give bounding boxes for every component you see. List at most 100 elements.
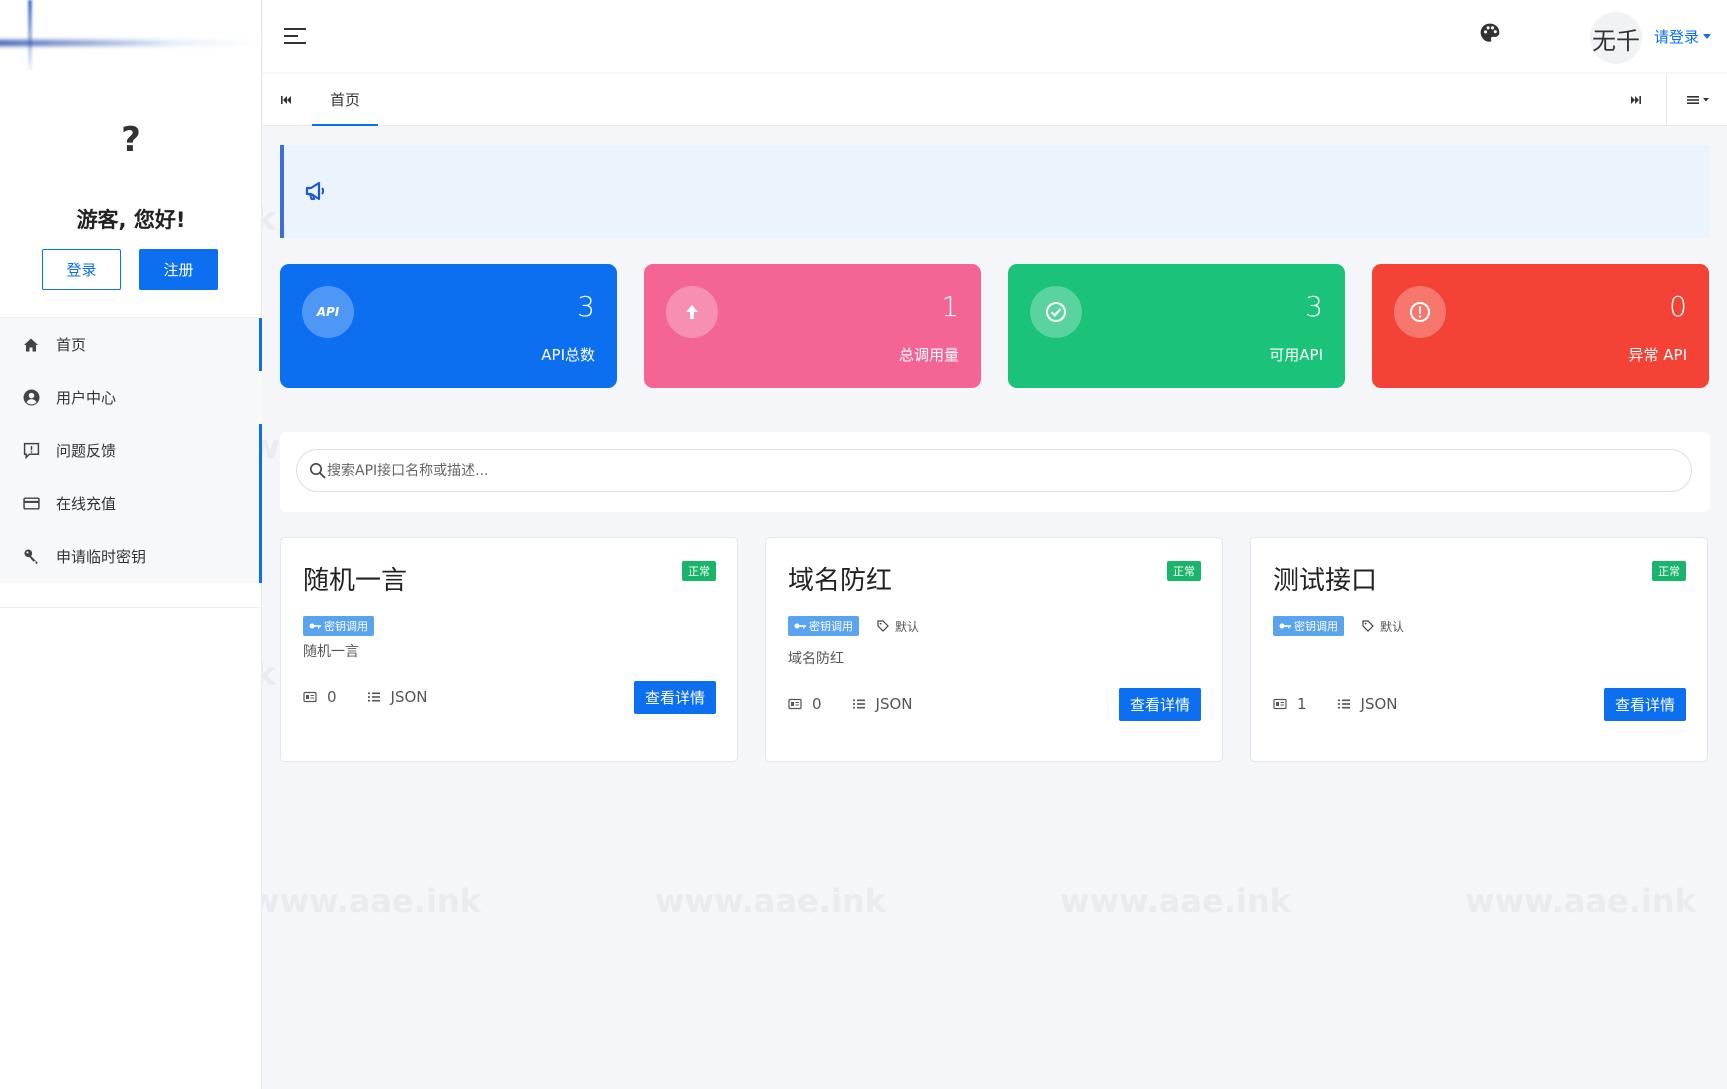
api-meta: 0 JSON [788, 695, 913, 713]
watermark: www.aae.ink [655, 882, 886, 920]
watermark: www.aae.ink [1465, 882, 1696, 920]
top-bar: 无千 请登录 [263, 0, 1727, 72]
api-tags: 密钥调用 默认 [1273, 616, 1404, 636]
sidebar-item-user-center[interactable]: 用户中心 [0, 371, 262, 424]
view-details-button[interactable]: 查看详情 [1604, 688, 1686, 721]
category-label: 默认 [1380, 619, 1405, 634]
stat-card-abnormal-api: 0 异常 API [1372, 264, 1709, 388]
user-login-dropdown[interactable]: 请登录 [1654, 26, 1711, 47]
list-icon [1337, 697, 1351, 711]
search-box [296, 449, 1692, 492]
user-circle-icon [22, 389, 40, 407]
api-card: 测试接口 正常 密钥调用 默认 1 JSON 查看详情 [1250, 537, 1708, 762]
tag-icon [877, 620, 889, 632]
category-tag: 默认 [877, 618, 919, 635]
tab-scroll-left-icon[interactable] [277, 91, 295, 109]
home-icon [22, 336, 40, 354]
sidebar-item-label: 用户中心 [56, 389, 117, 407]
calls-icon [303, 690, 317, 704]
tab-bar: 首页 [263, 74, 1727, 126]
status-badge: 正常 [1652, 561, 1686, 581]
credit-card-icon [22, 495, 40, 513]
api-icon: API [302, 286, 354, 338]
stat-value: 1 [941, 290, 959, 323]
sidebar-item-label: 首页 [56, 336, 87, 354]
guest-avatar: ? [121, 120, 141, 160]
api-calls-count: 0 [812, 695, 822, 713]
avatar[interactable]: 无千 [1590, 12, 1642, 64]
api-meta: 0 JSON [303, 688, 428, 706]
category-label: 默认 [895, 619, 920, 634]
sidebar-item-home[interactable]: 首页 [0, 318, 262, 371]
sidebar-item-temp-key[interactable]: 申请临时密钥 [0, 530, 262, 583]
divider [0, 607, 262, 608]
view-details-button[interactable]: 查看详情 [634, 681, 716, 714]
view-details-button[interactable]: 查看详情 [1119, 688, 1201, 721]
logo [0, 0, 261, 70]
tab-menu-icon[interactable] [1683, 91, 1713, 109]
auth-tag-label: 密钥调用 [809, 620, 853, 633]
feedback-icon [22, 442, 40, 460]
status-badge: 正常 [1167, 561, 1201, 581]
check-circle-icon [1030, 286, 1082, 338]
auth-tag: 密钥调用 [303, 616, 374, 636]
sidebar-item-recharge[interactable]: 在线充值 [0, 477, 262, 530]
alert-circle-icon [1394, 286, 1446, 338]
api-format: JSON [390, 688, 428, 706]
key-icon [794, 623, 806, 629]
api-format: JSON [1360, 695, 1398, 713]
sidebar-item-label: 在线充值 [56, 495, 117, 513]
tag-icon [1362, 620, 1374, 632]
api-format: JSON [875, 695, 913, 713]
search-input[interactable] [327, 462, 1627, 479]
api-calls-count: 1 [1297, 695, 1307, 713]
palette-icon[interactable] [1479, 22, 1501, 44]
watermark: www.aae.ink [250, 882, 481, 920]
api-tags: 密钥调用 默认 [788, 616, 919, 636]
key-icon [22, 548, 40, 566]
category-tag: 默认 [1362, 618, 1404, 635]
stat-label: 异常 API [1628, 346, 1688, 364]
sidebar-nav: 首页 用户中心 问题反馈 在线充值 申请临时密钥 [0, 318, 262, 583]
api-description: 域名防红 [788, 651, 844, 667]
api-icon-label: API [316, 305, 340, 319]
stat-card-api-total: API 3 API总数 [280, 264, 617, 388]
status-badge: 正常 [682, 561, 716, 581]
search-icon [309, 462, 327, 480]
stat-value: 3 [1305, 290, 1323, 323]
api-description: 随机一言 [303, 644, 359, 660]
user-login-label: 请登录 [1653, 28, 1699, 46]
search-panel [280, 432, 1710, 512]
list-icon [852, 697, 866, 711]
calls-icon [788, 697, 802, 711]
caret-down-icon [1703, 33, 1711, 39]
stat-card-total-calls: 1 总调用量 [644, 264, 981, 388]
auth-tag: 密钥调用 [788, 616, 859, 636]
sidebar-item-feedback[interactable]: 问题反馈 [0, 424, 262, 477]
api-meta: 1 JSON [1273, 695, 1398, 713]
api-tags: 密钥调用 [303, 616, 374, 636]
api-calls-count: 0 [327, 688, 337, 706]
auth-tag-label: 密钥调用 [1294, 620, 1338, 633]
divider [1666, 74, 1667, 126]
stat-label: API总数 [541, 346, 595, 364]
greeting-text: 游客, 您好! [76, 208, 186, 232]
api-card: 域名防红 正常 密钥调用 默认 域名防红 0 JSON 查看详情 [765, 537, 1223, 762]
tab-scroll-right-icon[interactable] [1627, 91, 1645, 109]
api-card: 随机一言 正常 密钥调用 随机一言 0 JSON 查看详情 [280, 537, 738, 762]
watermark: www.aae.ink [1060, 882, 1291, 920]
stat-label: 可用API [1269, 346, 1323, 364]
megaphone-icon [304, 180, 328, 202]
key-icon [1279, 623, 1291, 629]
api-title: 随机一言 [303, 566, 408, 596]
login-button[interactable]: 登录 [42, 249, 121, 290]
list-icon [367, 690, 381, 704]
tab-home[interactable]: 首页 [312, 74, 378, 126]
register-button[interactable]: 注册 [139, 249, 218, 290]
stat-label: 总调用量 [898, 346, 959, 364]
api-title: 域名防红 [788, 566, 893, 596]
stat-card-available-api: 3 可用API [1008, 264, 1345, 388]
api-title: 测试接口 [1273, 566, 1378, 596]
calls-icon [1273, 697, 1287, 711]
menu-toggle-icon[interactable] [283, 25, 307, 47]
